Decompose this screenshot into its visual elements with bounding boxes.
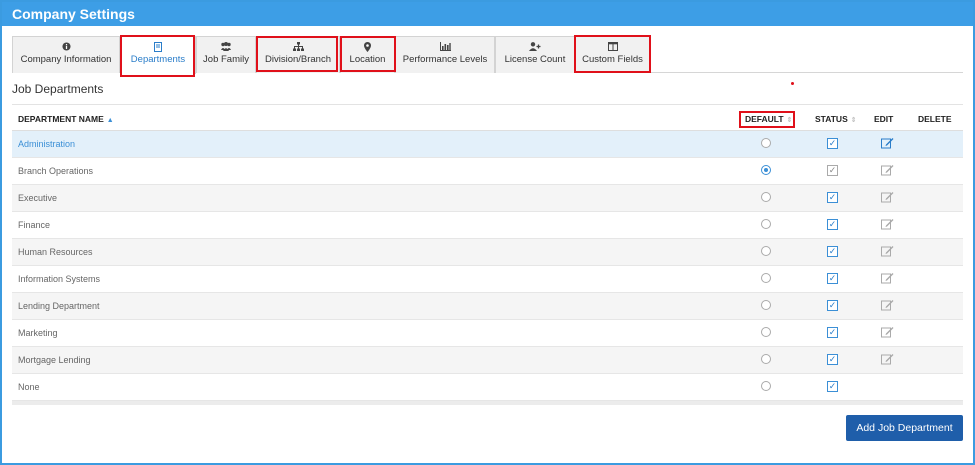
user-plus-icon bbox=[529, 42, 541, 52]
window-title: Company Settings bbox=[2, 2, 973, 26]
annotation-dot bbox=[791, 82, 794, 85]
department-name[interactable]: Administration bbox=[18, 139, 75, 149]
bar-chart-icon bbox=[439, 42, 451, 52]
table-row[interactable]: Human Resources ✓ bbox=[12, 239, 963, 266]
status-checkbox[interactable]: ✓ bbox=[827, 381, 838, 392]
edit-icon[interactable] bbox=[881, 218, 894, 230]
departments-table-body: Administration ✓ Branch Operations ✓ Executi… bbox=[12, 131, 963, 401]
users-icon bbox=[220, 42, 232, 52]
status-checkbox[interactable]: ✓ bbox=[827, 300, 838, 311]
table-row[interactable]: Executive ✓ bbox=[12, 185, 963, 212]
sort-ascending-icon: ▲ bbox=[106, 117, 114, 124]
status-checkbox[interactable]: ✓ bbox=[827, 192, 838, 203]
map-marker-icon bbox=[362, 42, 374, 52]
table-row[interactable]: Finance ✓ bbox=[12, 212, 963, 239]
column-header-department-name[interactable]: DEPARTMENT NAME ▲ bbox=[18, 114, 114, 124]
columns-icon bbox=[607, 42, 619, 52]
default-radio[interactable] bbox=[761, 165, 771, 175]
tab-location[interactable]: Location bbox=[340, 36, 395, 73]
table-header: DEPARTMENT NAME ▲ DEFAULT ⇕ STATUS ⇕ EDIT D… bbox=[12, 105, 963, 132]
edit-icon[interactable] bbox=[881, 164, 894, 176]
status-checkbox[interactable]: ✓ bbox=[827, 246, 838, 257]
column-header-edit: EDIT bbox=[874, 114, 894, 124]
department-name: Mortgage Lending bbox=[18, 355, 91, 365]
sort-icon: ⇕ bbox=[786, 117, 793, 124]
sort-icon: ⇕ bbox=[850, 117, 857, 124]
default-radio[interactable] bbox=[761, 327, 771, 337]
tab-departments[interactable]: Departments bbox=[120, 36, 196, 74]
table-bottom-divider bbox=[12, 401, 963, 405]
default-radio[interactable] bbox=[761, 354, 771, 364]
tab-license-count[interactable]: License Count bbox=[495, 36, 575, 73]
status-checkbox[interactable]: ✓ bbox=[827, 219, 838, 230]
tab-performance-levels[interactable]: Performance Levels bbox=[395, 36, 495, 73]
edit-icon[interactable] bbox=[881, 245, 894, 257]
table-row[interactable]: Lending Department ✓ bbox=[12, 293, 963, 320]
tab-custom-fields[interactable]: Custom Fields bbox=[575, 36, 650, 73]
edit-icon[interactable] bbox=[881, 137, 894, 149]
add-job-department-button[interactable]: Add Job Department bbox=[846, 415, 963, 441]
department-name: Branch Operations bbox=[18, 166, 94, 176]
department-name: Lending Department bbox=[18, 301, 100, 311]
default-radio[interactable] bbox=[761, 381, 771, 391]
default-radio[interactable] bbox=[761, 246, 771, 256]
edit-icon[interactable] bbox=[881, 326, 894, 338]
settings-tabs: Company Information Departments Job Fami… bbox=[12, 36, 963, 74]
tab-company-information[interactable]: Company Information bbox=[12, 36, 120, 73]
sitemap-icon bbox=[292, 42, 304, 52]
table-row[interactable]: Marketing ✓ bbox=[12, 320, 963, 347]
status-checkbox[interactable]: ✓ bbox=[827, 138, 838, 149]
status-checkbox[interactable]: ✓ bbox=[827, 354, 838, 365]
default-radio[interactable] bbox=[761, 192, 771, 202]
table-row[interactable]: None ✓ bbox=[12, 374, 963, 401]
table-row[interactable]: Information Systems ✓ bbox=[12, 266, 963, 293]
column-header-status[interactable]: STATUS ⇕ bbox=[815, 114, 857, 124]
bookmark-icon bbox=[152, 42, 164, 52]
table-row[interactable]: Branch Operations ✓ bbox=[12, 158, 963, 185]
status-checkbox[interactable]: ✓ bbox=[827, 327, 838, 338]
department-name: Finance bbox=[18, 220, 51, 230]
column-header-default[interactable]: DEFAULT ⇕ bbox=[745, 114, 792, 124]
column-header-delete: DELETE bbox=[918, 114, 952, 124]
department-name: Information Systems bbox=[18, 274, 101, 284]
department-name: Executive bbox=[18, 193, 58, 203]
default-radio[interactable] bbox=[761, 273, 771, 283]
table-row[interactable]: Administration ✓ bbox=[12, 131, 963, 158]
section-title: Job Departments bbox=[12, 82, 104, 96]
department-name: None bbox=[18, 382, 40, 392]
department-name: Human Resources bbox=[18, 247, 93, 257]
edit-icon[interactable] bbox=[881, 191, 894, 203]
edit-icon[interactable] bbox=[881, 299, 894, 311]
default-radio[interactable] bbox=[761, 219, 771, 229]
info-circle-icon bbox=[60, 42, 72, 52]
edit-icon[interactable] bbox=[881, 353, 894, 365]
tab-division-branch[interactable]: Division/Branch bbox=[256, 36, 340, 73]
tab-job-family[interactable]: Job Family bbox=[196, 36, 256, 73]
default-radio[interactable] bbox=[761, 300, 771, 310]
department-name: Marketing bbox=[18, 328, 58, 338]
edit-icon[interactable] bbox=[881, 272, 894, 284]
table-row[interactable]: Mortgage Lending ✓ bbox=[12, 347, 963, 374]
default-radio[interactable] bbox=[761, 138, 771, 148]
status-checkbox[interactable]: ✓ bbox=[827, 165, 838, 176]
status-checkbox[interactable]: ✓ bbox=[827, 273, 838, 284]
